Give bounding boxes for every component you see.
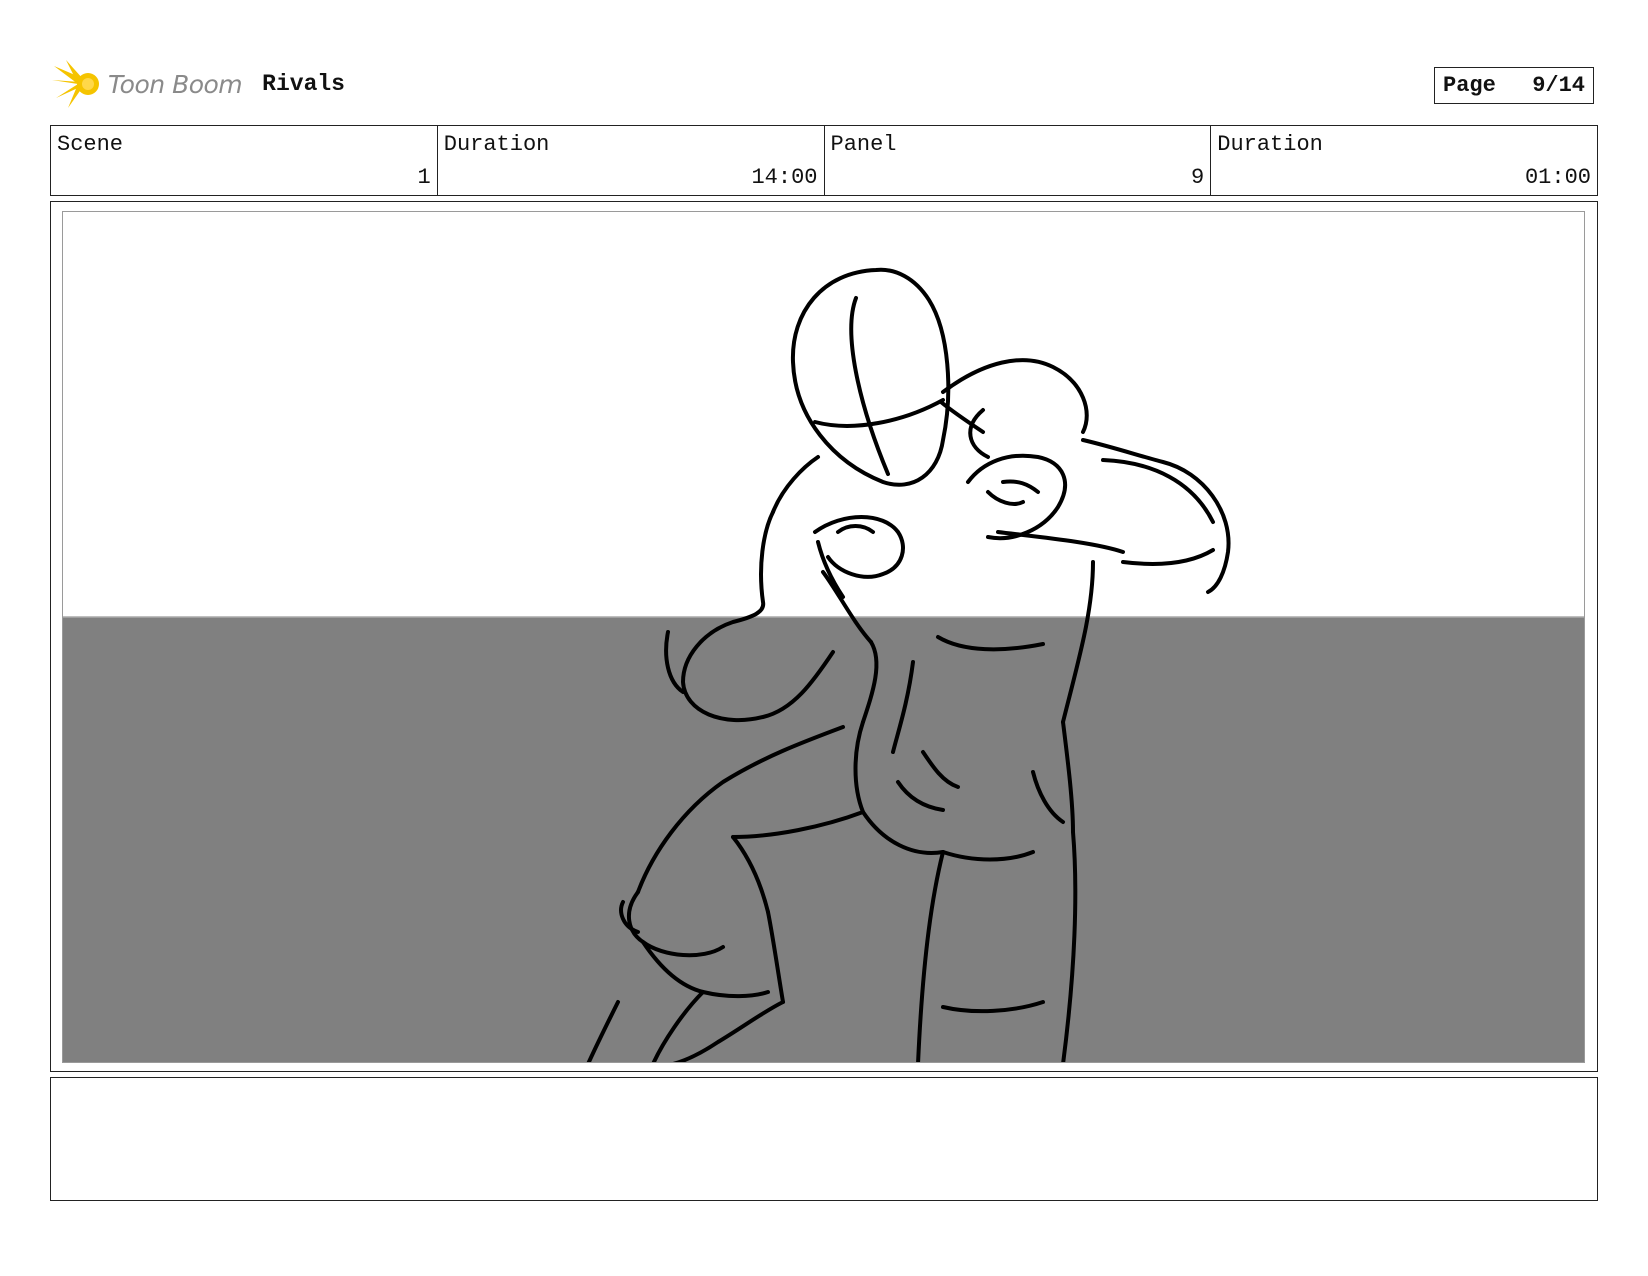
brand-name: Toon Boom [108, 69, 243, 99]
panel-duration-cell: Duration 01:00 [1211, 126, 1597, 195]
panel-duration-value: 01:00 [1524, 165, 1591, 190]
panel-info-bar: Scene 1 Duration 14:00 Panel 9 Duration … [50, 125, 1598, 196]
storyboard-panel-frame [50, 201, 1598, 1072]
page-label: Page [1443, 73, 1496, 98]
floor-plane [63, 617, 1584, 1062]
storyboard-drawing-area [62, 211, 1585, 1063]
scene-label: Scene [57, 132, 124, 157]
brand-header: Toon Boom Rivals [52, 58, 345, 110]
panel-duration-label: Duration [1217, 132, 1323, 157]
panel-notes-box [50, 1077, 1598, 1201]
figure-sketch-image [63, 267, 1584, 1062]
project-title: Rivals [262, 71, 345, 97]
page-number: 9/14 [1532, 73, 1585, 98]
panel-value: 9 [1191, 165, 1205, 190]
scene-duration-label: Duration [443, 132, 550, 157]
scene-value: 1 [417, 165, 431, 190]
panel-cell: Panel 9 [825, 126, 1212, 195]
scene-duration-cell: Duration 14:00 [438, 126, 825, 195]
page-indicator: Page 9/14 [1434, 67, 1594, 104]
panel-label: Panel [830, 132, 897, 157]
toon-boom-logo-icon [52, 60, 99, 108]
scene-cell: Scene 1 [51, 126, 438, 195]
scene-duration-value: 14:00 [751, 165, 818, 190]
